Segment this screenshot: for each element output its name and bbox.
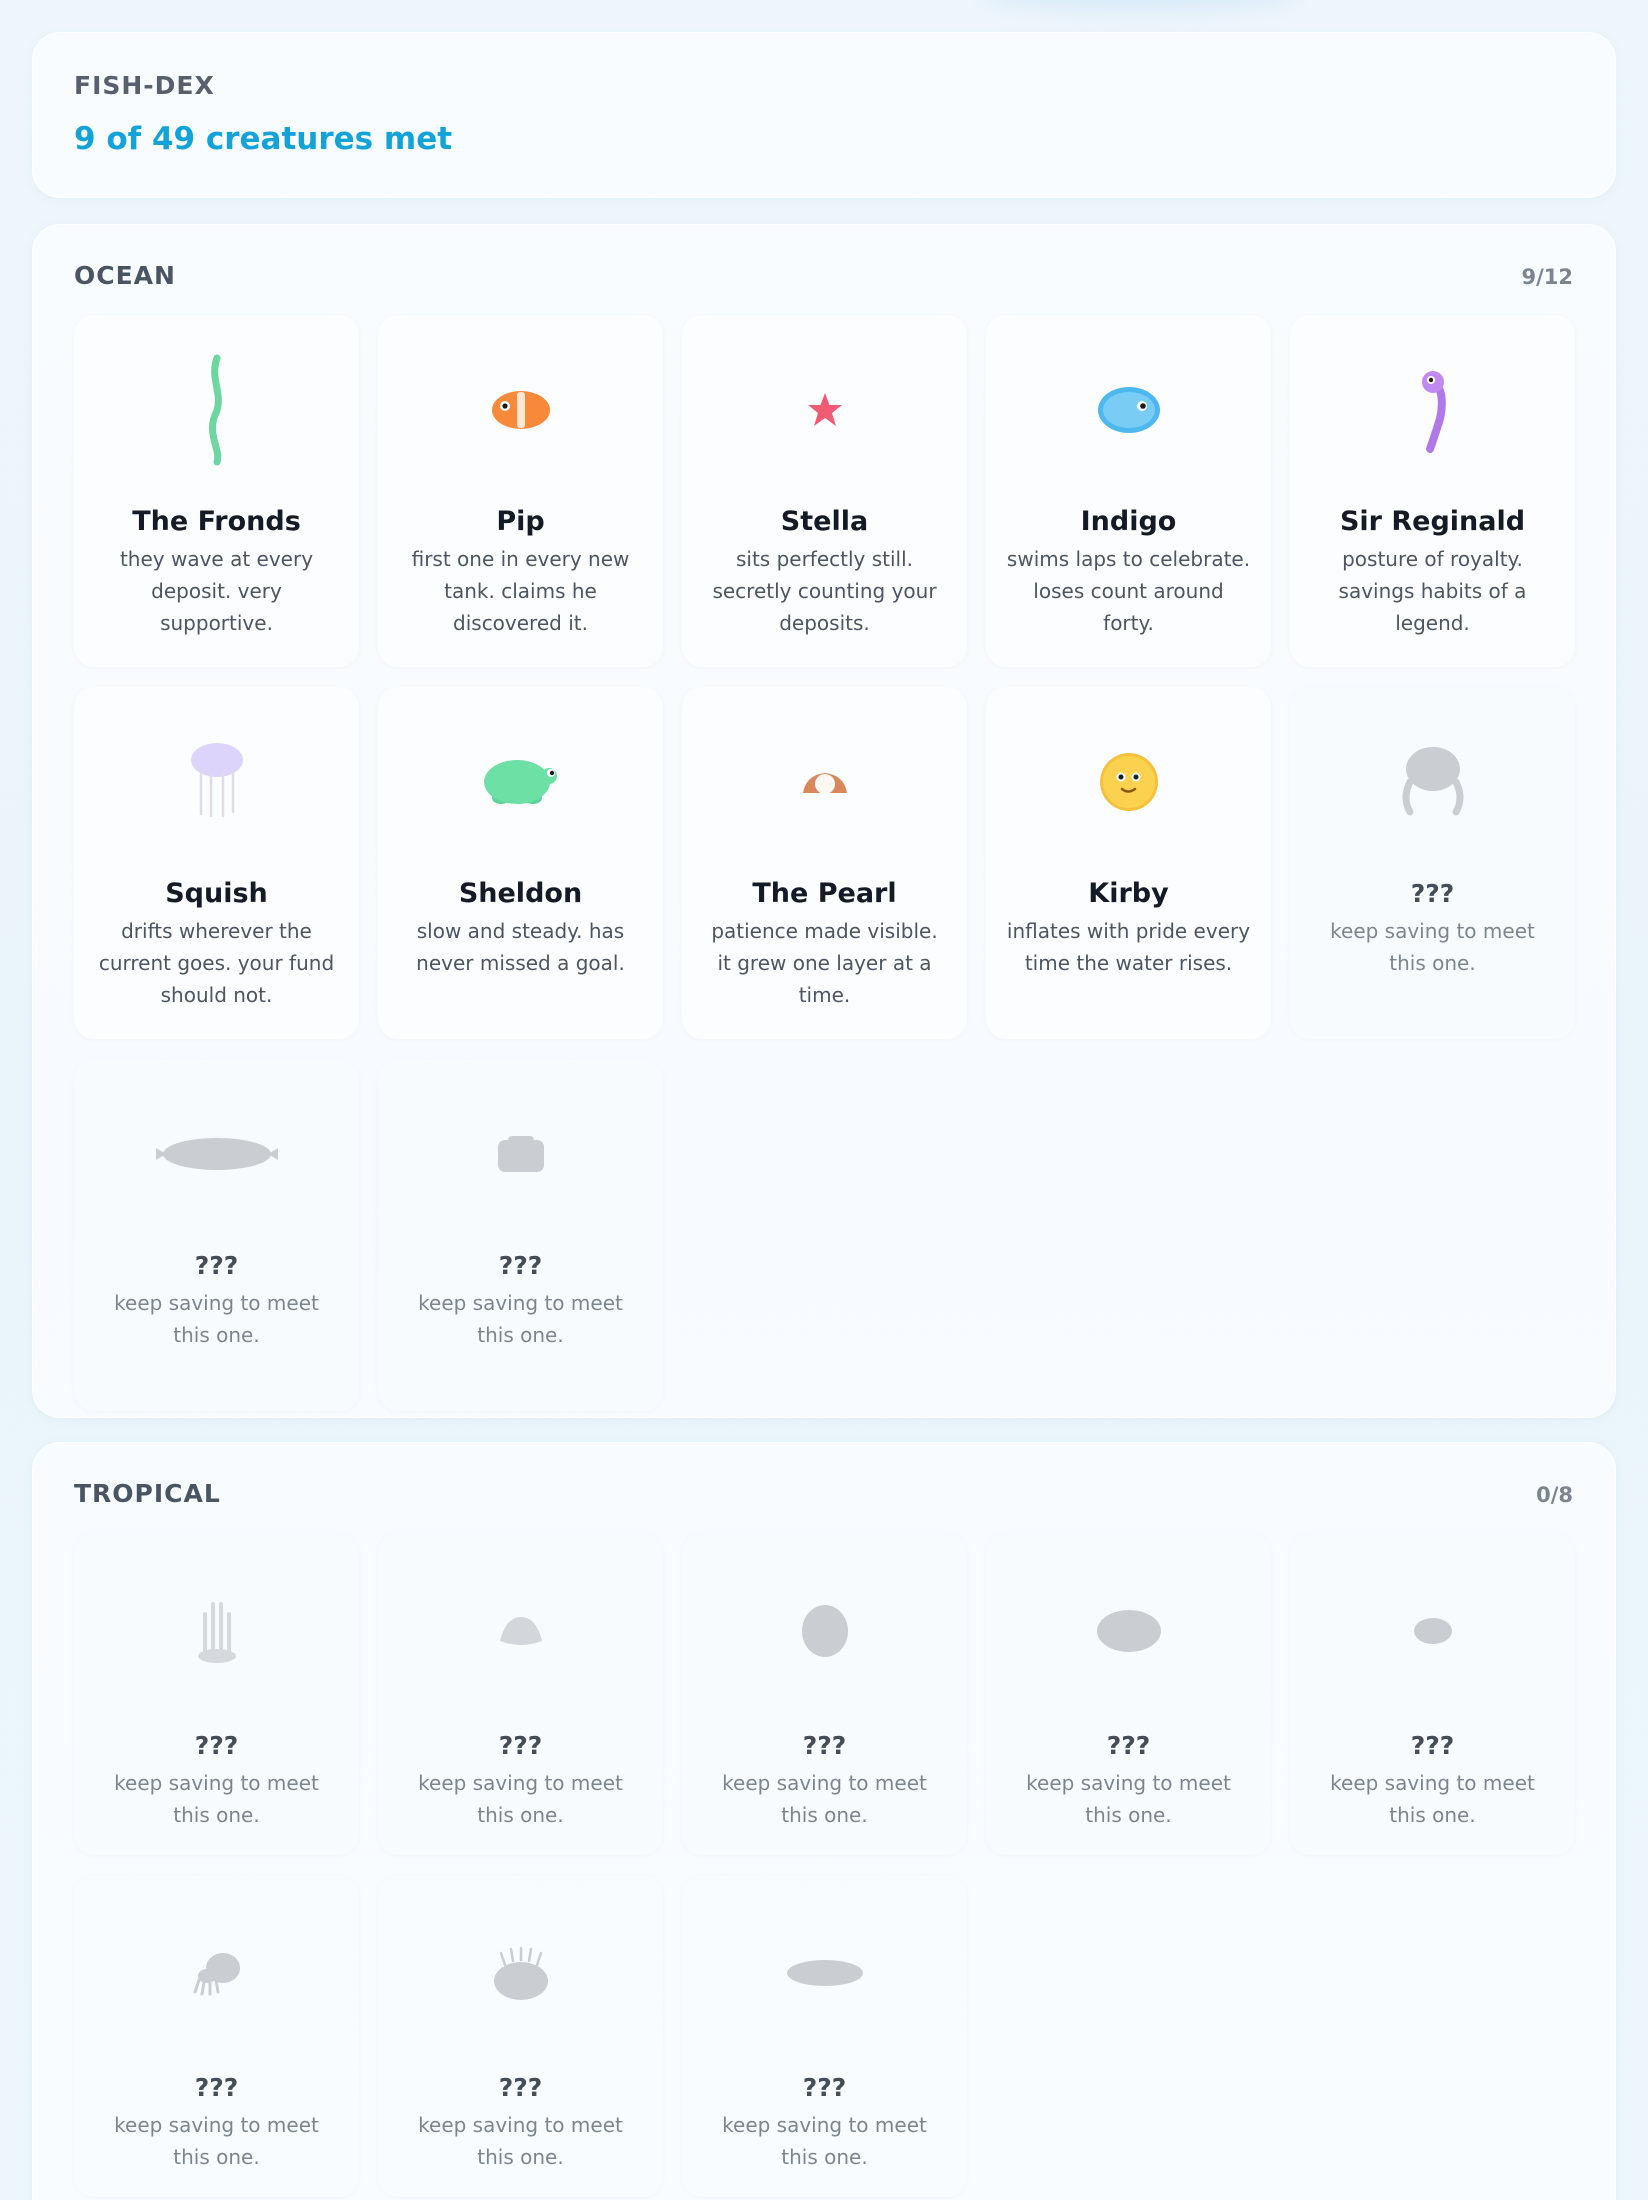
creature-card[interactable]: Kirby inflates with pride every time the… xyxy=(986,687,1271,1039)
crab-silhouette-icon xyxy=(497,1136,544,1172)
turtle-icon xyxy=(483,760,557,804)
pufferfish-icon xyxy=(1099,753,1158,811)
page-eyebrow: FISH-DEX xyxy=(74,71,215,100)
creature-description: patience made visible. it grew one layer… xyxy=(711,919,938,1007)
top-glow xyxy=(980,0,1300,10)
creature-description: they wave at every deposit. very support… xyxy=(119,547,314,635)
creature-description: keep saving to meet this one. xyxy=(418,1771,623,1827)
creature-name: ??? xyxy=(498,2073,543,2102)
creature-card[interactable]: The Fronds they wave at every deposit. v… xyxy=(74,315,359,667)
creature-card[interactable]: Indigo swims laps to celebrate. loses co… xyxy=(986,315,1271,667)
eel-silhouette-icon xyxy=(786,1960,863,1986)
creature-name: The Fronds xyxy=(132,506,301,537)
creature-card-locked[interactable]: ??? keep saving to meet this one. xyxy=(378,1533,663,1855)
creature-description: posture of royalty. savings habits of a … xyxy=(1338,547,1527,635)
creature-description: keep saving to meet this one. xyxy=(1330,1771,1535,1827)
creature-card-locked[interactable]: ??? keep saving to meet this one. xyxy=(682,1533,967,1855)
creature-name: Kirby xyxy=(1088,878,1169,909)
creature-card-locked[interactable]: ??? keep saving to meet this one. xyxy=(74,1533,359,1855)
creature-grid: The Fronds they wave at every deposit. v… xyxy=(74,315,1575,1411)
creature-card-locked[interactable]: ??? keep saving to meet this one. xyxy=(1290,687,1575,1039)
creature-card[interactable]: Stella sits perfectly still. secretly co… xyxy=(682,315,967,667)
blue-fish-icon xyxy=(1097,387,1160,433)
small-fish-silhouette-icon xyxy=(1413,1618,1452,1644)
section-count: 0/8 xyxy=(1536,1483,1573,1507)
tropical-section: TROPICAL 0/8 ??? keep saving to meet thi… xyxy=(32,1442,1616,2200)
creature-card[interactable]: Squish drifts wherever the current goes.… xyxy=(74,687,359,1039)
creature-description: keep saving to meet this one. xyxy=(418,1291,623,1347)
egg-fish-silhouette-icon xyxy=(801,1605,848,1657)
creature-name: ??? xyxy=(1410,879,1455,908)
creature-name: Stella xyxy=(780,506,869,537)
starfish-icon xyxy=(807,393,842,426)
creature-name: Squish xyxy=(165,878,268,909)
creature-card[interactable]: Sheldon slow and steady. has never misse… xyxy=(378,687,663,1039)
creature-name: ??? xyxy=(1106,1731,1151,1760)
shell-silhouette-icon xyxy=(499,1617,542,1645)
creature-name: ??? xyxy=(1410,1731,1455,1760)
clownfish-icon xyxy=(491,391,550,429)
creature-card-locked[interactable]: ??? keep saving to meet this one. xyxy=(74,1875,359,2197)
section-title: OCEAN xyxy=(74,261,176,290)
creature-description: sits perfectly still. secretly counting … xyxy=(712,547,937,635)
creature-description: swims laps to celebrate. loses count aro… xyxy=(1006,547,1251,635)
creature-description: inflates with pride every time the water… xyxy=(1006,919,1251,975)
creature-grid: ??? keep saving to meet this one. ??? ke… xyxy=(74,1533,1575,2197)
creature-name: Sir Reginald xyxy=(1339,506,1526,537)
creature-name: Sheldon xyxy=(458,878,583,909)
pearl-clam-icon xyxy=(802,773,847,794)
seaweed-icon xyxy=(208,354,222,466)
creature-description: keep saving to meet this one. xyxy=(114,2113,319,2169)
creature-description: keep saving to meet this one. xyxy=(722,1771,927,1827)
creature-description: keep saving to meet this one. xyxy=(1026,1771,1231,1827)
creature-card[interactable]: The Pearl patience made visible. it grew… xyxy=(682,687,967,1039)
creature-card[interactable]: Sir Reginald posture of royalty. savings… xyxy=(1290,315,1575,667)
whale-silhouette-icon xyxy=(155,1138,278,1170)
oval-fish-silhouette-icon xyxy=(1096,1610,1161,1652)
creature-card-locked[interactable]: ??? keep saving to meet this one. xyxy=(682,1875,967,2197)
creature-name: The Pearl xyxy=(752,878,897,909)
anemone-silhouette-icon xyxy=(197,1602,236,1663)
section-count: 9/12 xyxy=(1521,265,1573,289)
creature-description: keep saving to meet this one. xyxy=(114,1771,319,1827)
collection-progress: 9 of 49 creatures met xyxy=(74,121,453,157)
creature-card[interactable]: Pip first one in every new tank. claims … xyxy=(378,315,663,667)
creature-description: keep saving to meet this one. xyxy=(418,2113,623,2169)
squid-silhouette-icon xyxy=(193,1953,240,1996)
creature-name: Indigo xyxy=(1080,506,1177,537)
creature-card-locked[interactable]: ??? keep saving to meet this one. xyxy=(1290,1533,1575,1855)
octopus-silhouette-icon xyxy=(1402,747,1463,816)
creature-name: ??? xyxy=(194,1731,239,1760)
creature-name: ??? xyxy=(802,1731,847,1760)
creature-name: ??? xyxy=(498,1731,543,1760)
ocean-section: OCEAN 9/12 The Fronds they wave at every… xyxy=(32,224,1616,1418)
urchin-silhouette-icon xyxy=(493,1946,548,2000)
creature-name: ??? xyxy=(194,1251,239,1280)
creature-card-locked[interactable]: ??? keep saving to meet this one. xyxy=(986,1533,1271,1855)
creature-card-locked[interactable]: ??? keep saving to meet this one. xyxy=(378,1059,663,1411)
section-title: TROPICAL xyxy=(74,1479,221,1508)
seahorse-icon xyxy=(1421,371,1446,453)
fishdex-header: FISH-DEX 9 of 49 creatures met xyxy=(32,32,1616,198)
creature-card-locked[interactable]: ??? keep saving to meet this one. xyxy=(74,1059,359,1411)
jellyfish-icon xyxy=(190,743,243,818)
creature-name: Pip xyxy=(496,506,545,537)
creature-description: first one in every new tank. claims he d… xyxy=(411,547,630,635)
creature-card-locked[interactable]: ??? keep saving to meet this one. xyxy=(378,1875,663,2197)
creature-description: slow and steady. has never missed a goal… xyxy=(416,919,625,975)
creature-name: ??? xyxy=(498,1251,543,1280)
creature-name: ??? xyxy=(802,2073,847,2102)
creature-description: keep saving to meet this one. xyxy=(722,2113,927,2169)
creature-name: ??? xyxy=(194,2073,239,2102)
creature-description: drifts wherever the current goes. your f… xyxy=(98,919,335,1007)
creature-description: keep saving to meet this one. xyxy=(1330,919,1535,975)
creature-description: keep saving to meet this one. xyxy=(114,1291,319,1347)
